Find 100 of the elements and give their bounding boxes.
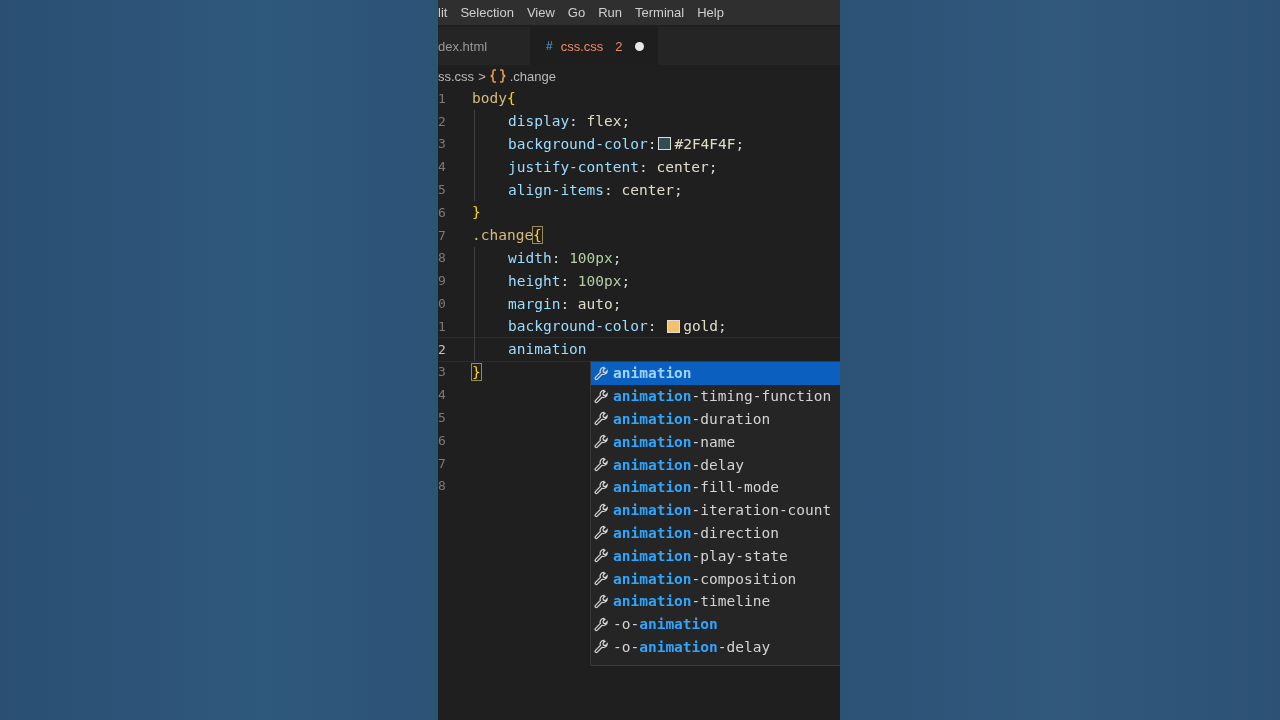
code-punctuation: : bbox=[638, 158, 649, 175]
suggestion-text: animation-timing-function bbox=[613, 388, 832, 405]
line-number: 3 bbox=[438, 364, 447, 380]
code-punctuation: ; bbox=[621, 272, 631, 289]
wrench-icon bbox=[594, 411, 609, 427]
line-number: 8 bbox=[438, 478, 447, 494]
suggestion-item[interactable]: animation-play-state bbox=[591, 544, 840, 568]
line-number: 7 bbox=[438, 227, 447, 243]
editor-tab[interactable]: dex.html bbox=[438, 27, 520, 65]
suggestion-item[interactable]: animation-timing-function bbox=[591, 384, 840, 408]
color-swatch[interactable] bbox=[667, 319, 681, 333]
line-number: 8 bbox=[438, 250, 447, 266]
suggestion-text: animation-duration bbox=[613, 411, 771, 427]
menu-item[interactable]: View bbox=[526, 5, 555, 20]
menu-item[interactable]: Help bbox=[697, 5, 724, 20]
suggestion-item[interactable]: animation bbox=[591, 362, 840, 385]
line-number: 9 bbox=[438, 273, 447, 289]
suggestion-item[interactable]: animation-direction bbox=[591, 521, 840, 545]
code-property: width bbox=[508, 249, 552, 266]
line-number: 2 bbox=[438, 113, 447, 129]
menu-item[interactable]: lit bbox=[438, 5, 448, 20]
code-value: auto bbox=[577, 295, 613, 312]
menu-item[interactable]: Selection bbox=[460, 5, 514, 20]
code-brace: { bbox=[506, 90, 516, 107]
code-number: 100px bbox=[577, 272, 622, 289]
suggestion-item[interactable]: animation-composition bbox=[591, 567, 840, 590]
wrench-icon bbox=[594, 639, 609, 655]
wrench-icon bbox=[594, 388, 609, 404]
code-punctuation: ; bbox=[612, 295, 622, 312]
code-property: margin bbox=[508, 295, 561, 312]
code-punctuation: : bbox=[604, 181, 614, 198]
line-number: 6 bbox=[438, 432, 447, 448]
code-brace: } bbox=[472, 204, 481, 221]
color-swatch[interactable] bbox=[658, 137, 672, 151]
suggestion-text: animation-delay bbox=[613, 456, 744, 473]
line-number: 2 bbox=[438, 341, 447, 357]
wrench-icon bbox=[594, 479, 609, 495]
code-punctuation: ; bbox=[612, 249, 622, 266]
code-punctuation: : bbox=[569, 113, 579, 130]
code-value: center bbox=[621, 181, 674, 198]
matched-brace: } bbox=[472, 363, 481, 380]
wrench-icon bbox=[594, 571, 609, 587]
code-punctuation: ; bbox=[735, 136, 745, 152]
code-punctuation: ; bbox=[621, 113, 631, 130]
suggestion-text: -o-animation bbox=[613, 616, 718, 633]
suggestion-item[interactable]: animation-duration bbox=[591, 407, 840, 431]
line-number: 4 bbox=[438, 159, 447, 175]
wrench-icon bbox=[594, 616, 609, 632]
code-punctuation: : bbox=[560, 272, 571, 289]
code-punctuation: : bbox=[551, 249, 562, 266]
code-punctuation: : bbox=[560, 295, 571, 312]
suggestion-item[interactable]: animation-name bbox=[591, 430, 840, 454]
editor-tab[interactable]: # css.css 2 bbox=[530, 27, 658, 65]
wrench-icon bbox=[594, 548, 609, 564]
line-number: 5 bbox=[438, 410, 447, 426]
breadcrumb-item[interactable]: .change bbox=[509, 68, 556, 84]
tab-label: css.css bbox=[560, 38, 604, 54]
suggestion-item[interactable]: -o-animation bbox=[591, 612, 840, 636]
menu-item[interactable]: Run bbox=[598, 5, 623, 20]
wrench-icon bbox=[594, 502, 609, 518]
code-punctuation: ; bbox=[708, 158, 718, 175]
suggestion-item[interactable]: animation-iteration-count bbox=[591, 498, 840, 522]
suggestion-item[interactable]: animation-timeline bbox=[591, 589, 840, 613]
code-property: background-color bbox=[508, 136, 648, 152]
breadcrumb-item[interactable]: ss.css bbox=[438, 68, 475, 84]
code-property: display bbox=[508, 113, 570, 130]
suggestion-text: animation-play-state bbox=[613, 547, 788, 564]
suggestion-text: animation bbox=[613, 365, 692, 382]
menu-item[interactable]: Terminal bbox=[635, 5, 685, 20]
suggestion-item[interactable]: animation-fill-mode bbox=[591, 476, 840, 499]
code-punctuation: ; bbox=[673, 181, 683, 198]
code-punctuation: : bbox=[647, 136, 657, 152]
breadcrumb-separator: > bbox=[478, 68, 486, 84]
code-punctuation: : bbox=[647, 318, 658, 335]
code-property: animation bbox=[508, 341, 587, 358]
line-number: 6 bbox=[438, 204, 447, 220]
suggestion-item[interactable]: -o-animation-delay bbox=[591, 635, 840, 659]
wrench-icon bbox=[594, 434, 609, 450]
suggestion-text: animation-iteration-count bbox=[613, 502, 832, 519]
suggestion-item[interactable]: animation-delay bbox=[591, 453, 840, 476]
suggestion-text: animation-timeline bbox=[613, 593, 771, 610]
line-number: 5 bbox=[438, 182, 447, 198]
code-property: height bbox=[508, 272, 561, 289]
code-property: justify-content bbox=[508, 158, 639, 175]
menu-item[interactable]: Go bbox=[567, 5, 586, 20]
suggestion-text: -o-animation-delay bbox=[613, 638, 771, 655]
code-value: gold bbox=[683, 318, 719, 335]
suggestion-text: animation-direction bbox=[613, 524, 779, 541]
code-number: 100px bbox=[569, 249, 613, 266]
tab-label: dex.html bbox=[438, 38, 488, 54]
braces-icon bbox=[489, 68, 506, 84]
css-file-icon: # bbox=[546, 39, 553, 53]
line-number: 0 bbox=[438, 296, 447, 312]
suggestion-text: animation-composition bbox=[613, 570, 797, 587]
code-value: #2F4F4F bbox=[674, 136, 736, 152]
code-property: background-color bbox=[508, 318, 648, 335]
line-number: 1 bbox=[438, 318, 447, 334]
code-value: flex bbox=[586, 113, 622, 130]
wrench-icon bbox=[594, 593, 609, 609]
wrench-icon bbox=[594, 457, 609, 473]
